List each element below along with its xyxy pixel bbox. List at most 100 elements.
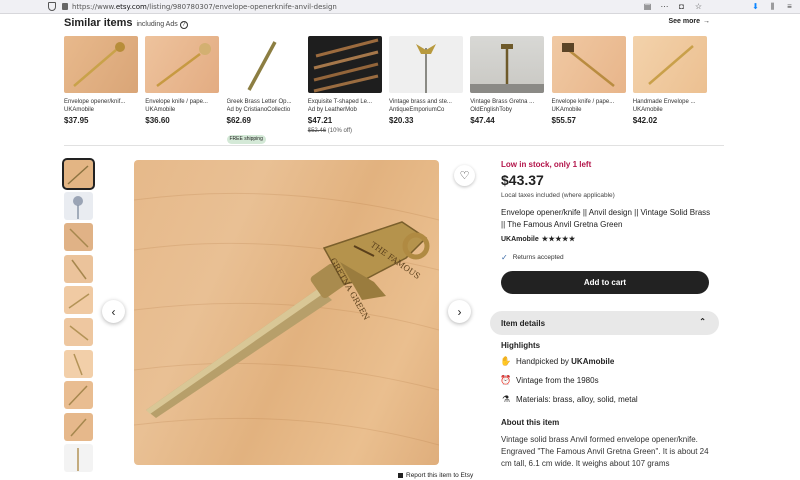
materials-icon: ⚗ [501, 393, 511, 404]
thumbnail-strip [62, 158, 95, 476]
url-prefix: https://www. [72, 2, 116, 11]
shop-rating: UKAmobile ★★★★★ [501, 235, 716, 244]
vintage-text: Vintage from the 1980s [516, 375, 599, 385]
shield-icon[interactable] [48, 2, 56, 11]
arrow-right-icon: → [703, 18, 710, 25]
similar-item-image[interactable] [145, 36, 220, 93]
library-icon[interactable]: ⫼ [768, 2, 777, 11]
highlights-heading: Highlights [501, 341, 541, 350]
similar-item-shop: Ad by LeatherMob [307, 107, 357, 113]
browser-toolbar: https://www.etsy.com/listing/980780307/e… [0, 0, 800, 14]
menu-icon[interactable]: ≡ [785, 2, 794, 11]
similar-item-card[interactable]: Envelope knife / pape... UKAmobile $55.5… [551, 36, 633, 145]
bookmark-star-icon[interactable]: ☆ [694, 2, 703, 11]
reader-view-icon[interactable]: ▤ [643, 2, 652, 11]
similar-item-price: $37.95 [64, 116, 89, 125]
chevron-up-icon: ⌃ [699, 317, 706, 326]
address-bar[interactable]: https://www.etsy.com/listing/980780307/e… [72, 3, 337, 11]
similar-item-title: Handmade Envelope ... [632, 99, 696, 105]
thumbnail[interactable] [62, 158, 95, 190]
similar-item-title: Envelope knife / pape... [551, 99, 615, 105]
star-rating[interactable]: ★★★★★ [542, 235, 576, 243]
about-heading: About this item [501, 418, 560, 427]
similar-items-title: Similar items [64, 17, 133, 29]
see-more-link[interactable]: See more → [668, 18, 710, 25]
favorite-button[interactable]: ♡ [454, 165, 475, 186]
highlight-vintage: ⏰ Vintage from the 1980s [500, 374, 599, 385]
listing-info: Low in stock, only 1 left $43.37 Local t… [501, 160, 716, 262]
similar-item-shop: OldEnglishToby [470, 107, 512, 113]
url-path: /listing/980780307/envelope-openerknife-… [146, 2, 337, 11]
free-shipping-badge: FREE shipping [226, 135, 266, 144]
check-icon: ✓ [501, 253, 508, 262]
similar-item-price: $47.44 [470, 116, 495, 125]
shop-name-link[interactable]: UKAmobile [501, 236, 539, 243]
similar-item-card[interactable]: Vintage brass and ste... AntiqueEmporium… [389, 36, 470, 145]
similar-item-price: $36.60 [145, 116, 170, 125]
thumbnail[interactable] [64, 286, 93, 315]
add-to-cart-button[interactable]: Add to cart [501, 271, 709, 294]
similar-item-card[interactable]: Envelope knife / pape... UKAmobile $36.6… [145, 36, 226, 145]
thumbnail[interactable] [64, 412, 93, 441]
similar-item-image[interactable] [551, 36, 626, 93]
url-host: etsy.com [115, 2, 147, 11]
similar-item-shop: UKAmobile [64, 107, 95, 113]
item-details-toggle[interactable]: Item details ⌃ [490, 311, 719, 335]
hand-icon: ✋ [500, 355, 512, 366]
main-product-image[interactable]: THE FAMOUS GRETNA GREEN [134, 160, 439, 465]
thumbnail[interactable] [64, 317, 93, 346]
similar-item-card[interactable]: Envelope opener/knif... UKAmobile $37.95 [64, 36, 145, 145]
lock-icon[interactable] [62, 3, 68, 10]
similar-item-card[interactable]: Handmade Envelope ... UKAmobile $42.02 [632, 36, 714, 145]
thumbnail[interactable] [64, 381, 93, 410]
thumbnail[interactable] [64, 349, 93, 378]
returns-policy: ✓ Returns accepted [501, 253, 716, 262]
browser-actions: ▤ ⋯ ◘ ☆ ⬇ ⫼ ≡ [643, 2, 794, 11]
similar-item-image[interactable] [64, 36, 138, 93]
similar-items-row: Envelope opener/knif... UKAmobile $37.95… [64, 36, 714, 145]
similar-items-header: Similar items including Ads? See more → [64, 17, 710, 31]
similar-item-card[interactable]: Vintage Brass Gretna ... OldEnglishToby … [470, 36, 551, 145]
similar-item-title: Vintage brass and ste... [389, 99, 452, 105]
stock-notice: Low in stock, only 1 left [501, 160, 592, 169]
similar-item-card[interactable]: Greek Brass Letter Op... Ad by Cristiano… [226, 36, 308, 145]
similar-item-price: $20.33 [389, 116, 414, 125]
similar-item-title: Exquisite T-shaped Le... [307, 99, 373, 105]
similar-item-image[interactable] [307, 36, 382, 93]
chevron-right-icon: › [457, 304, 462, 319]
section-divider [64, 145, 724, 146]
thumbnail[interactable] [64, 191, 93, 220]
similar-item-card[interactable]: Exquisite T-shaped Le... Ad by LeatherMo… [307, 36, 389, 145]
price-value: $62.69 [226, 116, 251, 125]
similar-item-title: Vintage Brass Gretna ... [470, 99, 535, 105]
download-icon[interactable]: ⬇ [751, 2, 760, 11]
similar-item-price: $42.02 [632, 116, 658, 125]
next-image-button[interactable]: › [448, 300, 471, 323]
report-label: Report this item to Etsy [406, 472, 474, 479]
handpicked-prefix: Handpicked by [516, 356, 572, 366]
similar-item-shop: UKAmobile [145, 107, 176, 113]
page-actions-icon[interactable]: ⋯ [660, 2, 669, 11]
similar-item-image[interactable] [632, 36, 707, 93]
previous-image-button[interactable]: ‹ [102, 300, 125, 323]
info-icon[interactable]: ? [179, 20, 188, 29]
thumbnail[interactable] [64, 254, 93, 283]
similar-item-image[interactable] [226, 36, 301, 93]
tax-note: Local taxes included (where applicable) [501, 192, 615, 199]
similar-item-original-price: $52.46 (10% off) [308, 127, 389, 135]
listing-title: Envelope opener/knife || Anvil design ||… [501, 208, 711, 229]
report-item-link[interactable]: Report this item to Etsy [398, 472, 473, 479]
similar-item-title: Envelope knife / pape... [145, 99, 208, 105]
similar-item-image[interactable] [470, 36, 545, 93]
similar-item-image[interactable] [389, 36, 463, 93]
thumbnail[interactable] [64, 223, 93, 252]
thumbnail[interactable] [64, 444, 93, 473]
ads-label: including Ads [136, 21, 178, 28]
similar-item-shop: Ad by CristianoCollectio [226, 107, 291, 113]
pocket-icon[interactable]: ◘ [677, 2, 686, 11]
about-description: Vintage solid brass Anvil formed envelop… [501, 435, 709, 468]
chevron-left-icon: ‹ [111, 304, 116, 319]
handpicked-shop-link[interactable]: UKAmobile [571, 357, 614, 366]
similar-item-price: $47.21 [307, 116, 333, 125]
clock-icon: ⏰ [500, 374, 512, 385]
